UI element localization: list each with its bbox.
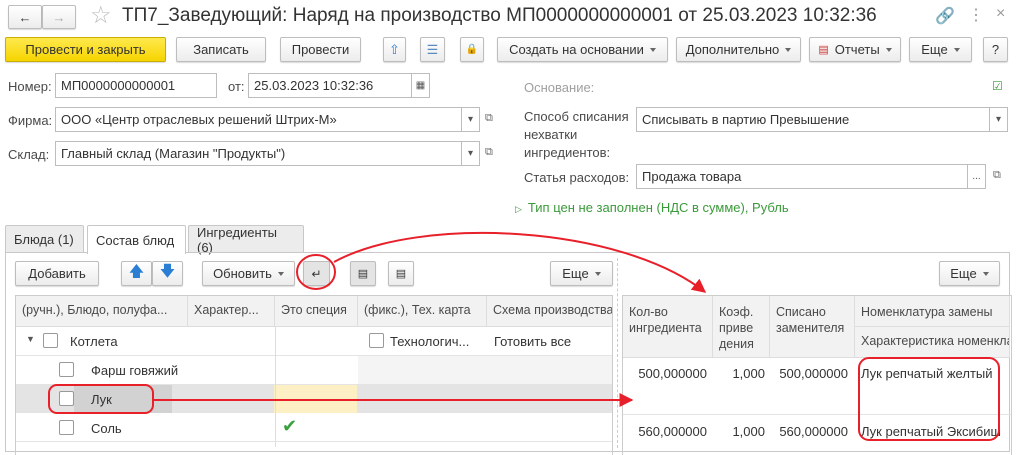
annotation-rect-nom <box>858 357 1000 441</box>
tab-dish-composition[interactable]: Состав блюд <box>87 225 186 254</box>
annotation-arrow-curve <box>333 231 707 293</box>
annotation-ellipse <box>296 254 336 290</box>
annotation-overlay <box>48 231 1000 441</box>
annotation-rect-luk <box>48 384 154 414</box>
